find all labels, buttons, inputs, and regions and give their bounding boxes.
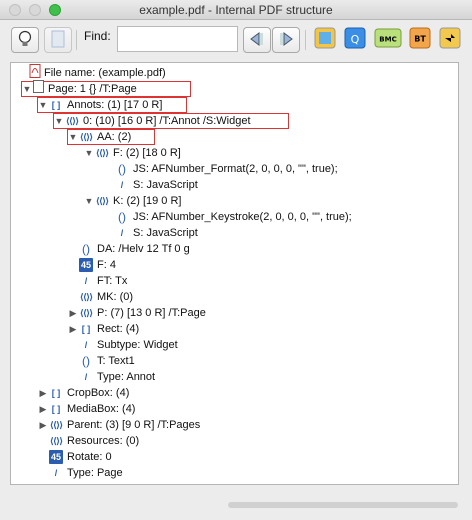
name-icon: / [54, 468, 58, 478]
tree-row-annots[interactable]: ▼ [ ] Annots: (1) [17 0 R] [37, 97, 163, 113]
disclosure-collapsed-icon[interactable]: ▶ [37, 401, 49, 417]
tree-row-type[interactable]: / Type: Annot [67, 369, 155, 385]
puzzle-bt-icon: BT [408, 26, 432, 53]
puzzle-bmc-button[interactable]: BMC [373, 27, 403, 52]
string-icon: () [82, 354, 90, 368]
svg-text:BT: BT [414, 35, 426, 44]
number-icon: 45 [79, 258, 93, 272]
puzzle-icon [313, 26, 337, 53]
dictionary-icon: ⟨⟨⟩⟩ [95, 196, 109, 206]
dictionary-icon: ⟨⟨⟩⟩ [79, 132, 93, 142]
tree-row-type-page[interactable]: / Type: Page [37, 465, 123, 481]
tree-row-k[interactable]: ▼ ⟨⟨⟩⟩ K: (2) [19 0 R] [83, 193, 182, 209]
number-icon: 45 [49, 450, 63, 464]
tree-row-cropbox[interactable]: ▶ [ ] CropBox: (4) [37, 385, 130, 401]
toolbar-separator [76, 30, 77, 50]
disclosure-expanded-icon[interactable]: ▼ [83, 193, 95, 209]
toolbar: Find: Q BMC BT [0, 20, 472, 62]
name-icon: / [84, 276, 88, 286]
tree-row-f[interactable]: ▼ ⟨⟨⟩⟩ F: (2) [18 0 R] [83, 145, 181, 161]
page-button[interactable] [44, 27, 72, 53]
array-icon: [ ] [51, 404, 61, 414]
tree-row-mk[interactable]: ⟨⟨⟩⟩ MK: (0) [67, 289, 133, 305]
string-icon: () [118, 210, 126, 224]
puzzle-arrow-button[interactable] [437, 27, 462, 52]
tree-row-s[interactable]: / S: JavaScript [103, 177, 198, 193]
name-icon: / [120, 180, 124, 190]
tree-row-p[interactable]: ▶ ⟨⟨⟩⟩ P: (7) [13 0 R] /T:Page [67, 305, 206, 321]
title-bar: example.pdf - Internal PDF structure [0, 0, 472, 20]
array-icon: [ ] [81, 324, 91, 334]
string-icon: () [82, 242, 90, 256]
structure-tree[interactable]: File name: (example.pdf) ▼ Page: 1 {} /T… [10, 62, 459, 485]
next-result-button[interactable] [272, 27, 300, 53]
disclosure-expanded-icon[interactable]: ▼ [21, 81, 33, 97]
tree-row-ft[interactable]: / FT: Tx [67, 273, 128, 289]
puzzle-bmc-icon: BMC [373, 26, 403, 53]
disclosure-collapsed-icon[interactable]: ▶ [67, 305, 79, 321]
tree-row-rotate[interactable]: 45 Rotate: 0 [37, 449, 112, 465]
name-icon: / [84, 372, 88, 382]
page-icon [51, 30, 65, 51]
prev-result-icon [249, 31, 265, 49]
toolbar-separator [305, 30, 306, 50]
puzzle-q-icon: Q [343, 26, 367, 53]
name-icon: / [84, 340, 88, 350]
disclosure-expanded-icon[interactable]: ▼ [53, 113, 65, 129]
page-icon [33, 80, 44, 98]
disclosure-expanded-icon[interactable]: ▼ [83, 145, 95, 161]
prev-result-button[interactable] [243, 27, 271, 53]
dictionary-icon: ⟨⟨⟩⟩ [49, 420, 63, 430]
find-input[interactable] [117, 26, 238, 52]
svg-text:BMC: BMC [379, 36, 396, 44]
tree-row-file-name[interactable]: File name: (example.pdf) [17, 63, 166, 81]
tree-row-f-number[interactable]: 45 F: 4 [67, 257, 116, 273]
tree-row-parent[interactable]: ▶ ⟨⟨⟩⟩ Parent: (3) [9 0 R] /T:Pages [37, 417, 201, 433]
name-icon: / [120, 228, 124, 238]
disclosure-collapsed-icon[interactable]: ▶ [67, 321, 79, 337]
tree-row-mediabox[interactable]: ▶ [ ] MediaBox: (4) [37, 401, 136, 417]
dictionary-icon: ⟨⟨⟩⟩ [95, 148, 109, 158]
disclosure-expanded-icon[interactable]: ▼ [67, 129, 79, 145]
tree-row-da[interactable]: () DA: /Helv 12 Tf 0 g [67, 241, 190, 257]
array-icon: [ ] [51, 100, 61, 110]
puzzle-button[interactable] [312, 27, 337, 52]
disclosure-collapsed-icon[interactable]: ▶ [37, 417, 49, 433]
svg-text:Q: Q [350, 33, 359, 46]
bulb-icon [17, 30, 33, 51]
tree-row-t[interactable]: () T: Text1 [67, 353, 135, 369]
puzzle-bt-button[interactable]: BT [407, 27, 432, 52]
dictionary-icon: ⟨⟨⟩⟩ [79, 292, 93, 302]
next-result-icon [278, 31, 294, 49]
tree-row-resources[interactable]: ⟨⟨⟩⟩ Resources: (0) [37, 433, 139, 449]
puzzle-arrow-icon [438, 26, 462, 53]
tree-row-subtype[interactable]: / Subtype: Widget [67, 337, 178, 353]
tree-row-s[interactable]: / S: JavaScript [103, 225, 198, 241]
tree-row-js[interactable]: () JS: AFNumber_Keystroke(2, 0, 0, 0, ""… [103, 209, 352, 225]
dictionary-icon: ⟨⟨⟩⟩ [49, 436, 63, 446]
disclosure-expanded-icon[interactable]: ▼ [37, 97, 49, 113]
dictionary-icon: ⟨⟨⟩⟩ [65, 116, 79, 126]
dictionary-icon: ⟨⟨⟩⟩ [79, 308, 93, 318]
find-label: Find: [84, 29, 111, 43]
tree-row-annot-0[interactable]: ▼ ⟨⟨⟩⟩ 0: (10) [16 0 R] /T:Annot /S:Widg… [53, 113, 251, 129]
tree-row-page[interactable]: ▼ Page: 1 {} /T:Page [21, 80, 137, 98]
array-icon: [ ] [51, 388, 61, 398]
bulb-button[interactable] [11, 27, 39, 53]
disclosure-collapsed-icon[interactable]: ▶ [37, 385, 49, 401]
horizontal-scrollbar[interactable] [228, 502, 458, 508]
tree-row-rect[interactable]: ▶ [ ] Rect: (4) [67, 321, 140, 337]
tree-row-js[interactable]: () JS: AFNumber_Format(2, 0, 0, 0, "", t… [103, 161, 338, 177]
window-title: example.pdf - Internal PDF structure [139, 3, 333, 17]
tree-row-aa[interactable]: ▼ ⟨⟨⟩⟩ AA: (2) [67, 129, 132, 145]
puzzle-q-button[interactable]: Q [342, 27, 367, 52]
string-icon: () [118, 162, 126, 176]
